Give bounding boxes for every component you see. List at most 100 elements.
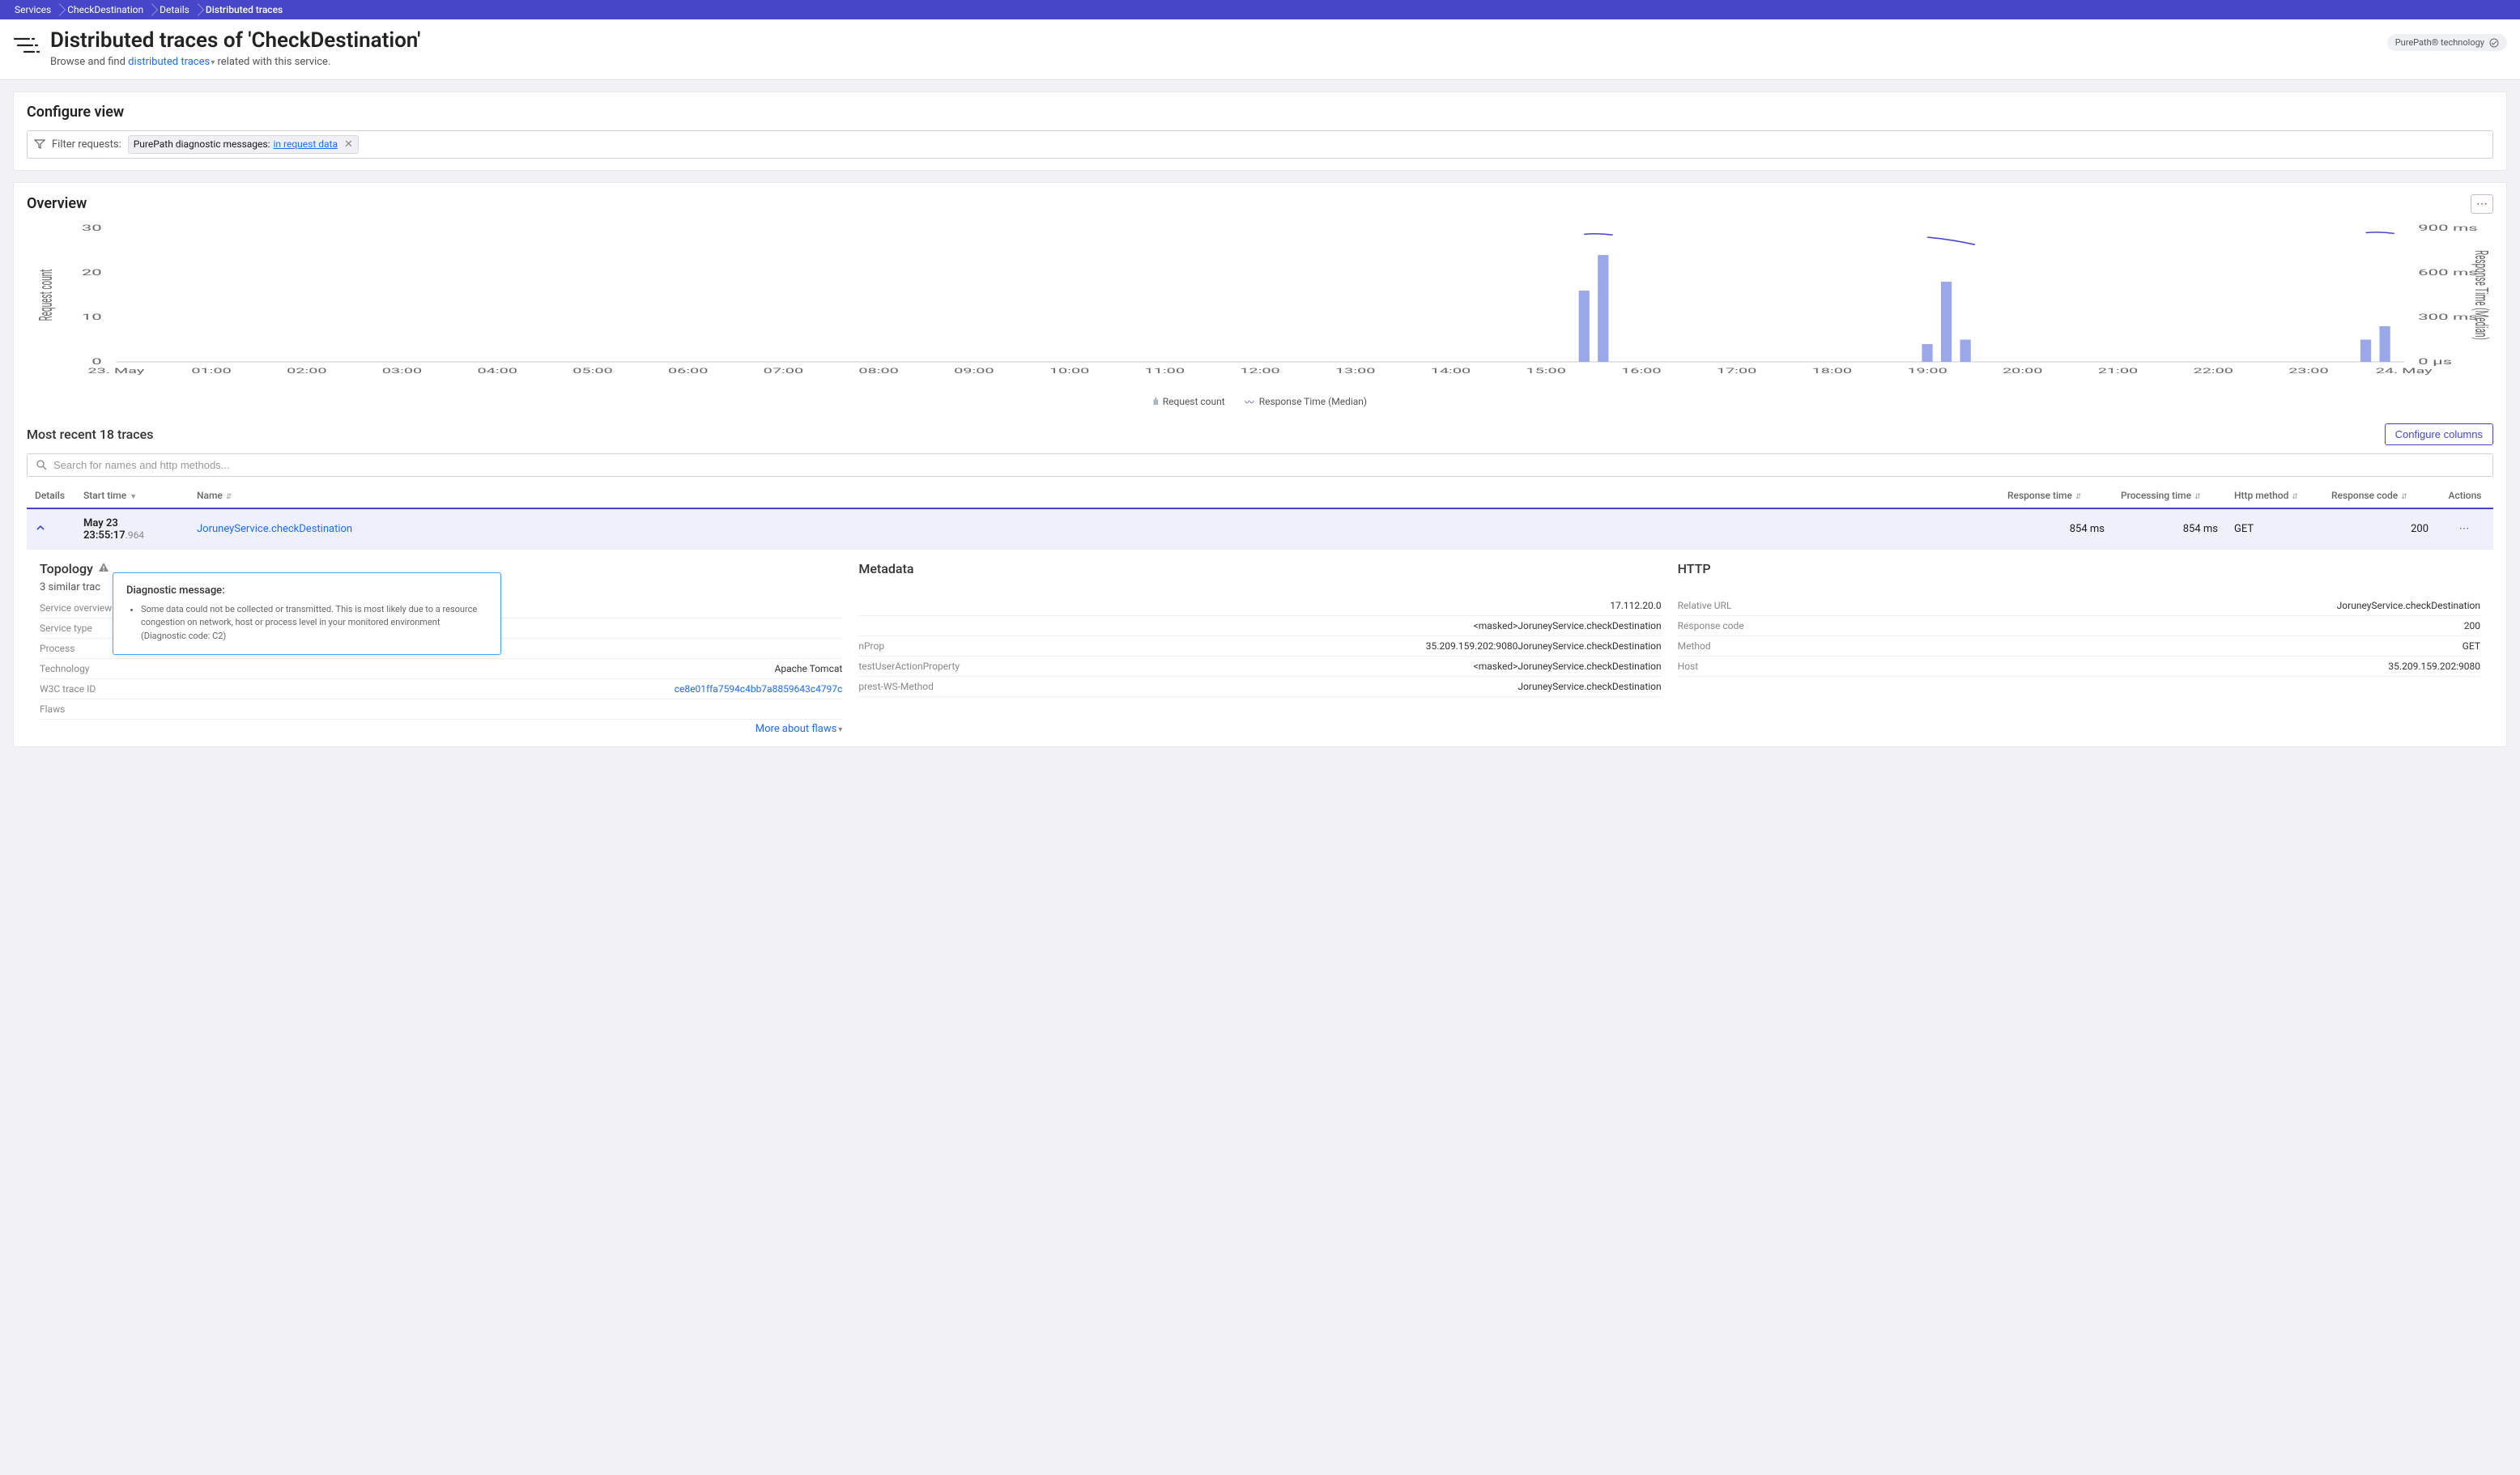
svg-text:10:00: 10:00 [1049,366,1089,375]
col-response-code[interactable]: Response code⇵ [2323,483,2437,508]
collapse-icon[interactable] [35,522,46,537]
kv-key: Service type [40,623,92,634]
trace-response-time: 854 ms [1999,508,2113,550]
kv-row: testUserActionProperty <masked>JoruneySer… [858,657,1661,677]
tech-badge[interactable]: PurePath® technology [2387,34,2507,51]
kv-value: 35.209.159.202:9080JoruneyService.checkD… [1426,640,1662,652]
filter-input[interactable]: Filter requests: PurePath diagnostic mes… [27,130,2493,159]
svg-text:04:00: 04:00 [478,366,517,375]
sort-icon: ⇵ [226,493,232,501]
breadcrumb-item-checkdestination[interactable]: CheckDestination [59,4,151,15]
kv-key: testUserActionProperty [858,661,960,672]
kv-value: 35.209.159.202:9080 [2388,661,2480,672]
col-name[interactable]: Name⇵ [189,483,1999,508]
svg-text:09:00: 09:00 [954,366,994,375]
svg-text:30: 30 [82,223,102,233]
warning-icon[interactable] [98,561,109,576]
filter-chip[interactable]: PurePath diagnostic messages: in request… [128,135,359,154]
page-subtitle: Browse and find distributed traces▾ rela… [50,56,2379,68]
more-icon: ⋯ [2476,198,2488,210]
sort-icon: ⇵ [2075,493,2082,501]
svg-text:12:00: 12:00 [1240,366,1279,375]
traces-title: Most recent 18 traces [27,427,153,442]
breadcrumb-item-distributed-traces[interactable]: Distributed traces [198,4,291,15]
trace-start-time: May 23 23:55:17.964 [75,508,189,550]
kv-key: Response code [1678,620,1744,631]
kv-row: prest-WS-MethodJoruneyService.checkDesti… [858,677,1661,697]
page-header: Distributed traces of 'CheckDestination'… [0,19,2520,80]
more-about-flaws-link[interactable]: More about flaws▾ [40,720,842,735]
chevron-icon: ▾ [838,725,842,734]
kv-key: Relative URL [1678,600,1732,611]
metadata-heading: Metadata [858,561,1661,576]
svg-text:16:00: 16:00 [1621,366,1661,375]
kv-key: prest-WS-Method [858,681,934,692]
overview-chart[interactable]: 01020300 µs300 ms600 ms900 msRequest cou… [27,220,2493,390]
svg-text:23:00: 23:00 [2288,366,2328,375]
filter-chip-value[interactable]: in request data [274,138,338,150]
diagnostic-tooltip: Diagnostic message: Some data could not … [113,572,501,656]
traces-icon [13,32,42,62]
breadcrumb-item-details[interactable]: Details [151,4,198,15]
svg-text:11:00: 11:00 [1145,366,1185,375]
svg-text:13:00: 13:00 [1335,366,1375,375]
col-start-time[interactable]: Start time▼ [75,483,189,508]
breadcrumb: Services CheckDestination Details Distri… [0,0,2520,19]
search-input[interactable] [53,459,2484,471]
kv-key: Process [40,643,74,654]
trace-name-link[interactable]: JoruneyService.checkDestination [197,523,352,535]
kv-value: <masked>JoruneyService.checkDestination [1474,620,1662,631]
svg-text:15:00: 15:00 [1526,366,1565,375]
col-processing-time[interactable]: Processing time⇵ [2113,483,2226,508]
http-section: HTTP Relative URLJoruneyService.checkDes… [1678,561,2480,735]
svg-text:900 ms: 900 ms [2418,223,2477,233]
svg-text:10: 10 [82,312,102,322]
trace-row[interactable]: May 23 23:55:17.964 JoruneyService.check… [27,508,2493,550]
breadcrumb-item-services[interactable]: Services [6,4,59,15]
col-details[interactable]: Details [27,483,75,508]
tooltip-message: Some data could not be collected or tran… [141,603,487,644]
configure-view-heading: Configure view [27,104,2493,121]
traces-search[interactable] [27,453,2493,477]
col-response-time[interactable]: Response time⇵ [1999,483,2113,508]
legend-response-time[interactable]: 〰 Response Time (Median) [1245,395,1367,409]
kv-value: JoruneyService.checkDestination [2337,600,2480,611]
svg-text:17:00: 17:00 [1717,366,1756,375]
svg-text:24. May: 24. May [2376,366,2433,375]
kv-key: Flaws [40,703,65,715]
row-actions-button[interactable]: ⋯ [2437,508,2493,550]
svg-text:18:00: 18:00 [1812,366,1852,375]
col-http-method[interactable]: Http method⇵ [2226,483,2323,508]
sort-icon: ⇵ [2401,493,2407,501]
kv-key: Service overview [40,602,112,614]
kv-value[interactable]: ce8e01ffa7594c4bb7a8859643c4797c [675,683,843,695]
kv-key: Technology [40,663,89,674]
overview-panel: Overview ⋯ 0 10 20 30 0 µs 300 ms 600 ms 900 ms… [13,182,2507,747]
svg-text:20: 20 [82,268,102,278]
svg-text:21:00: 21:00 [2098,366,2138,375]
kv-row: W3C trace ID ce8e01ffa7594c4bb7a8859643c4… [40,679,842,699]
search-icon [36,459,47,470]
col-actions: Actions [2437,483,2493,508]
kv-key: W3C trace ID [40,683,96,695]
svg-text:02:00: 02:00 [287,366,326,375]
svg-text:Response Time (Median): Response Time (Median) [2470,250,2491,340]
kv-row: Technology Apache Tomcat [40,659,842,679]
chart-menu-button[interactable]: ⋯ [2471,194,2493,214]
svg-text:0: 0 [92,357,101,367]
trace-processing-time: 854 ms [2113,508,2226,550]
kv-value: <masked>JoruneyService.checkDestination [1474,661,1662,672]
svg-text:300 ms: 300 ms [2418,312,2477,322]
legend-request-count[interactable]: ılı Request count [1153,395,1225,409]
svg-text:0 µs: 0 µs [2418,357,2452,367]
svg-text:23. May: 23. May [87,366,145,375]
configure-columns-button[interactable]: Configure columns [2385,423,2493,445]
trace-http-method: GET [2226,508,2323,550]
close-icon[interactable]: ✕ [344,138,353,151]
kv-value: Apache Tomcat [775,663,843,674]
distributed-traces-link[interactable]: distributed traces [128,56,210,68]
topology-heading: Topology [40,561,93,576]
more-icon: ⋯ [2459,523,2471,535]
overview-heading: Overview [27,195,87,212]
svg-text:600 ms: 600 ms [2418,268,2477,278]
